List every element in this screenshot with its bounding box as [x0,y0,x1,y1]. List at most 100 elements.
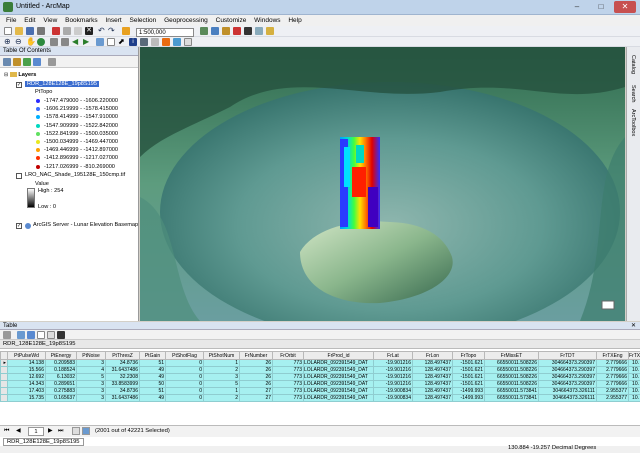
table-cell[interactable]: LOLARDR_092391549_DAT [303,387,374,395]
table-cell[interactable]: 304664373.290397 [538,366,597,374]
table-cell[interactable]: 773 [272,387,304,395]
column-header[interactable]: FrTXEng [596,351,629,360]
table-cell[interactable]: 26 [239,380,273,388]
table-cell[interactable]: 3 [76,359,106,367]
hyperlink-icon[interactable] [162,38,170,46]
zoom-in-icon[interactable]: ⊕ [4,38,12,46]
table-cell[interactable]: 10. [628,359,640,367]
open-icon[interactable] [15,27,23,35]
layers-group[interactable]: ⊟ Layers [4,72,36,78]
table-cell[interactable]: 66550011.573841 [484,387,539,395]
table-cell[interactable]: 4 [76,366,106,374]
map-scrollbar-corner[interactable] [601,300,615,310]
pan-icon[interactable]: ✋ [26,38,36,46]
select-by-attributes-icon[interactable] [27,331,35,339]
table-cell[interactable]: 3 [76,380,106,388]
class-swatch-icon[interactable] [36,99,40,103]
table-cell[interactable]: 66550011.573841 [484,394,539,402]
menu-customize[interactable]: Customize [216,15,247,26]
table-cell[interactable]: 17.403 [7,387,46,395]
column-header[interactable]: PtGain [139,351,166,360]
map-view[interactable] [140,47,625,321]
collapse-icon[interactable]: ⊟ [4,72,8,78]
table-cell[interactable]: -1499.993 [452,394,485,402]
table-cell[interactable]: 2.779666 [596,366,629,374]
menu-edit[interactable]: Edit [24,15,35,26]
table-cell[interactable]: 0.209583 [45,359,77,367]
modelbuilder-icon[interactable] [255,27,263,35]
layer3-name[interactable]: ArcGIS Server - Lunar Elevation Basemap [33,222,138,228]
list-by-source-icon[interactable] [13,58,21,66]
table-cell[interactable]: 66550011.508226 [484,359,539,367]
arctoolbox-icon[interactable] [233,27,241,35]
table-cell[interactable]: 27 [239,387,273,395]
column-header[interactable]: PtThresZ [105,351,140,360]
layer2-visibility-checkbox[interactable] [16,173,22,179]
next-record-icon[interactable]: ▶ [48,428,52,434]
row-selector[interactable] [0,380,8,388]
column-header[interactable]: PtShotNum [203,351,240,360]
find-icon[interactable] [140,38,148,46]
paste-icon[interactable] [74,27,82,35]
map-canvas[interactable] [140,47,625,321]
fixed-zoom-in-icon[interactable] [50,38,58,46]
table-row[interactable]: ▸ 14.138 0.209583 3 34.8736 51 0 1 26 773 LOLARDR_… [0,359,640,367]
table-cell[interactable]: 3 [76,387,106,395]
table-cell[interactable]: 49 [139,394,166,402]
table-cell[interactable]: 1 [203,387,240,395]
menu-help[interactable]: Help [288,15,301,26]
table-cell[interactable]: 0.188524 [45,366,77,374]
table-cell[interactable]: 304664373.326111 [538,394,597,402]
column-header[interactable]: PtNoise [76,351,106,360]
table-cell[interactable]: LOLARDR_092391549_DAT [303,380,374,388]
row-selector[interactable] [0,394,8,402]
row-selector[interactable] [0,387,8,395]
table-cell[interactable]: -1501.621 [452,366,485,374]
arctoolbox-tab[interactable]: ArcToolbox [630,109,636,136]
delete-selected-icon[interactable] [57,331,65,339]
previous-record-icon[interactable]: ◀ [16,428,20,434]
table-cell[interactable]: 773 [272,380,304,388]
column-header[interactable]: FrLat [373,351,413,360]
show-all-records-icon[interactable] [72,427,80,435]
table-row[interactable]: 15.566 0.188524 4 31.6437486 49 0 2 26 773 LOLARD… [0,366,640,374]
table-cell[interactable]: 33.8583999 [105,380,140,388]
full-extent-icon[interactable] [37,38,45,46]
table-cell[interactable]: 128.497437 [412,366,453,374]
table-tab[interactable]: RDR_128E128E_19p8S195 [3,438,84,446]
menu-insert[interactable]: Insert [105,15,121,26]
list-by-selection-icon[interactable] [33,58,41,66]
table-cell[interactable]: -1501.621 [452,373,485,381]
table-cell[interactable]: -19.900834 [373,394,413,402]
editor-toolbar-icon[interactable] [200,27,208,35]
column-header[interactable]: FrTDT [538,351,597,360]
table-cell[interactable]: LOLARDR_092391549_DAT [303,394,374,402]
table-cell[interactable]: -19.900834 [373,387,413,395]
select-elements-icon[interactable]: ⬈ [118,38,126,46]
table-cell[interactable]: 0.165637 [45,394,77,402]
column-header[interactable]: PtShotFlag [165,351,204,360]
row-selector[interactable] [0,373,8,381]
table-of-contents-icon[interactable] [211,27,219,35]
table-cell[interactable]: 2 [203,394,240,402]
table-cell[interactable]: 31.6437486 [105,394,140,402]
table-row[interactable]: 17.403 0.275883 3 34.8736 51 0 1 27 773 LOLARDR_0… [0,387,640,395]
search-tab[interactable]: Search [630,85,636,102]
back-icon[interactable]: ◀ [72,38,80,46]
menu-selection[interactable]: Selection [130,15,157,26]
table-cell[interactable]: 12.692 [7,373,46,381]
table-cell[interactable]: 14.138 [7,359,46,367]
table-cell[interactable]: 128.497437 [412,359,453,367]
print-icon[interactable] [37,27,45,35]
table-cell[interactable]: 26 [239,373,273,381]
class-swatch-icon[interactable] [36,123,40,128]
table-cell[interactable]: 49 [139,366,166,374]
table-cell[interactable]: -19.901216 [373,373,413,381]
table-cell[interactable]: 5 [76,373,106,381]
class-swatch-icon[interactable] [36,164,40,169]
add-data-icon[interactable] [122,27,130,35]
table-cell[interactable]: 128.497437 [412,380,453,388]
table-cell[interactable]: 3 [203,373,240,381]
column-header[interactable]: FrOrbit [272,351,304,360]
column-header[interactable]: FrLon [412,351,453,360]
